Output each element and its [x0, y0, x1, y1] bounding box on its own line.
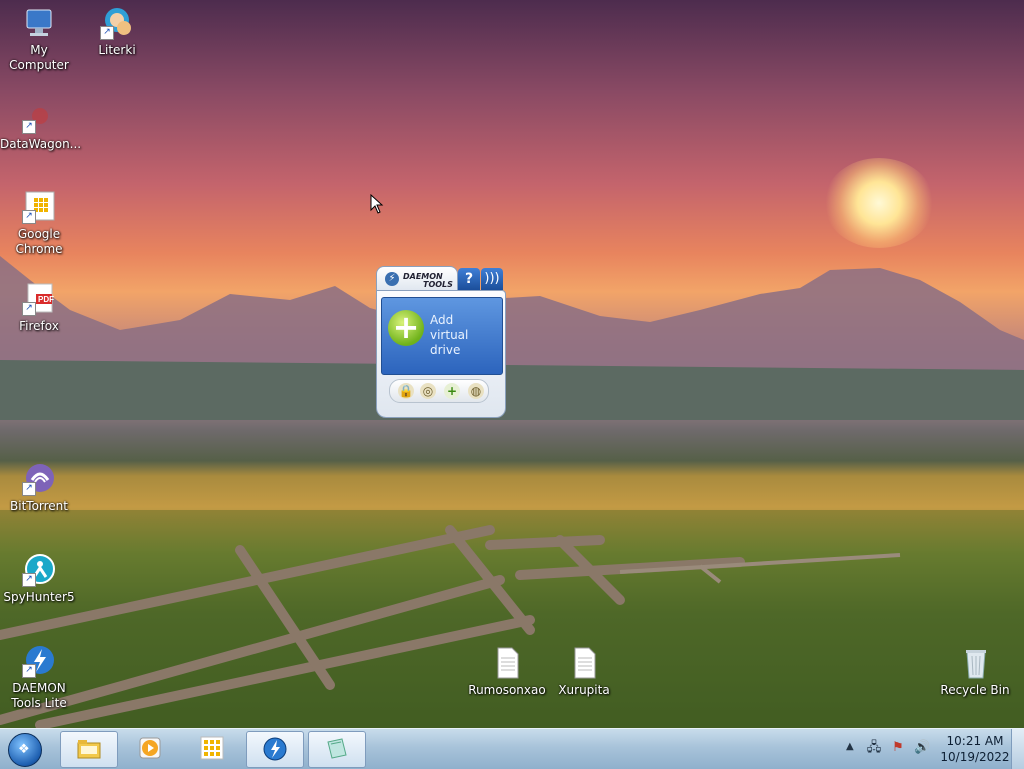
image-catalog-icon[interactable]: ◎ — [420, 383, 436, 399]
add-label-line2: virtual drive — [430, 328, 469, 357]
daemon-tools-icon — [263, 737, 287, 761]
taskbar-notepad-button[interactable] — [308, 731, 366, 768]
network-icon[interactable]: 🖧 — [866, 740, 882, 756]
clock[interactable]: 10:21 AM 10/19/2022 — [938, 733, 1012, 765]
folder-icon — [77, 740, 101, 759]
desktop-icon-literki[interactable]: ↗ Literki — [78, 6, 156, 58]
desktop-icon-label: DataWagon... — [0, 137, 82, 151]
desktop-icon-label: Firefox — [19, 319, 59, 333]
desktop-icon-firefox[interactable]: PDF ↗ Firefox — [0, 282, 78, 334]
wallpaper-sun — [824, 158, 934, 248]
literki-icon: ↗ — [100, 6, 134, 40]
system-tray: ▲ 🖧 ⚑ 🔊 10:21 AM 10/19/2022 — [840, 729, 1024, 769]
svg-text:PDF: PDF — [38, 295, 54, 304]
desktop-icon-label: BitTorrent — [10, 499, 68, 513]
spyhunter-icon: ↗ — [22, 553, 56, 587]
taskbar-daemon-tools-button[interactable] — [246, 731, 304, 768]
document-icon — [567, 646, 601, 680]
desktop-icon-label: My Computer — [9, 43, 69, 72]
app-grid-icon — [200, 736, 224, 760]
add-label-line1: Add — [430, 313, 454, 327]
bittorrent-icon: ↗ — [22, 462, 56, 496]
gadget-brand-line2: TOOLS — [423, 280, 453, 289]
help-button[interactable]: ? — [458, 268, 480, 290]
mount-image-icon[interactable]: 🔒 — [398, 383, 414, 399]
mouse-cursor — [370, 194, 384, 214]
drive-settings-icon[interactable]: ◍ — [468, 383, 484, 399]
daemon-tools-gadget: ⚡ DAEMON TOOLS ? ))) + Add virtual drive… — [376, 266, 506, 418]
shortcut-arrow-icon: ↗ — [22, 664, 36, 678]
taskbar-media-player-button[interactable] — [122, 731, 178, 766]
desktop-icon-label: Rumosonxao — [468, 683, 546, 697]
shortcut-arrow-icon: ↗ — [22, 302, 36, 316]
daemon-logo-icon: ⚡ — [385, 272, 399, 286]
volume-icon[interactable]: 🔊 — [914, 740, 930, 756]
desktop-icon-daemon-tools-lite[interactable]: ↗ DAEMON Tools Lite — [0, 644, 78, 711]
rss-icon: ))) — [484, 271, 500, 286]
desktop-icon-label: DAEMON Tools Lite — [11, 681, 67, 710]
desktop-icon-spyhunter[interactable]: ↗ SpyHunter5 — [0, 553, 78, 605]
desktop-icon-label: Literki — [98, 43, 136, 57]
recycle-bin-icon — [958, 646, 992, 680]
clock-date: 10/19/2022 — [940, 750, 1010, 764]
shortcut-arrow-icon: ↗ — [22, 120, 36, 134]
action-center-flag-icon[interactable]: ⚑ — [890, 740, 906, 756]
desktop-icon-datawagon[interactable]: ↗ DataWagon... — [0, 100, 82, 152]
add-virtual-drive-button[interactable]: + Add virtual drive — [381, 297, 503, 375]
windows-logo-icon: ❖ — [8, 733, 42, 767]
desktop-file-xurupita[interactable]: Xurupita — [545, 646, 623, 698]
shortcut-arrow-icon: ↗ — [100, 26, 114, 40]
computer-icon — [22, 6, 56, 40]
add-plus-icon: + — [388, 310, 424, 346]
add-virtual-drive-label: Add virtual drive — [430, 313, 502, 358]
add-drive-icon[interactable]: + — [444, 383, 460, 399]
notepad-icon — [327, 738, 347, 759]
media-player-icon — [139, 737, 161, 759]
wallpaper-mountains — [0, 256, 1024, 420]
desktop-icon-label: Recycle Bin — [940, 683, 1010, 697]
start-button[interactable]: ❖ — [4, 731, 44, 767]
shortcut-arrow-icon: ↗ — [22, 210, 36, 224]
datawagon-icon: ↗ — [22, 100, 56, 134]
desktop-icon-google-chrome[interactable]: ↗ Google Chrome — [0, 190, 78, 257]
daemon-tools-icon: ↗ — [22, 644, 56, 678]
gadget-brand-tab: ⚡ DAEMON TOOLS — [376, 266, 458, 291]
desktop-file-rumosonxao[interactable]: Rumosonxao — [468, 646, 546, 698]
gadget-toolbar: 🔒 ◎ + ◍ — [389, 379, 489, 403]
shortcut-arrow-icon: ↗ — [22, 482, 36, 496]
rss-button[interactable]: ))) — [481, 268, 503, 290]
taskbar-app-grid-button[interactable] — [184, 731, 240, 766]
desktop-icon-label: Xurupita — [558, 683, 610, 697]
show-hidden-icons-button[interactable]: ▲ — [846, 741, 854, 752]
chrome-shortcut-icon: ↗ — [22, 190, 56, 224]
pdf-shortcut-icon: PDF ↗ — [22, 282, 56, 316]
gadget-body: + Add virtual drive 🔒 ◎ + ◍ — [376, 290, 506, 418]
desktop-icon-my-computer[interactable]: My Computer — [0, 6, 78, 73]
desktop-icon-recycle-bin[interactable]: Recycle Bin — [936, 646, 1014, 698]
desktop-icon-bittorrent[interactable]: ↗ BitTorrent — [0, 462, 78, 514]
desktop-icon-label: Google Chrome — [15, 227, 63, 256]
shortcut-arrow-icon: ↗ — [22, 573, 36, 587]
taskbar-explorer-button[interactable] — [60, 731, 118, 768]
clock-time: 10:21 AM — [946, 734, 1004, 748]
taskbar: ❖ ▲ 🖧 ⚑ 🔊 10:21 AM 10/19/2022 — [0, 728, 1024, 769]
show-desktop-button[interactable] — [1011, 729, 1024, 769]
document-icon — [490, 646, 524, 680]
desktop-icon-label: SpyHunter5 — [3, 590, 75, 604]
